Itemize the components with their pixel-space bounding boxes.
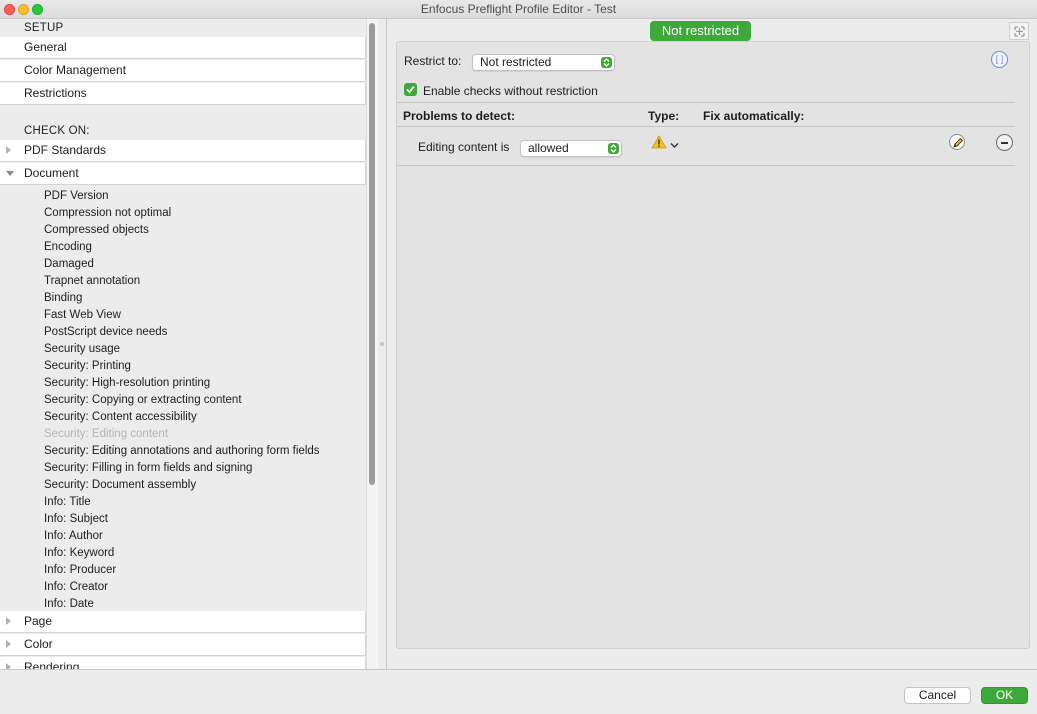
restrict-select-value: Not restricted — [480, 55, 552, 69]
document-check-item[interactable]: PDF Version — [44, 188, 109, 205]
sidebar-item-general[interactable]: General — [0, 37, 366, 59]
edit-fix-button[interactable] — [949, 134, 965, 150]
restrict-label: Restrict to: — [404, 54, 462, 68]
document-check-item[interactable]: Security: Printing — [44, 358, 131, 375]
restrict-select[interactable]: Not restricted — [472, 54, 615, 71]
group-document[interactable]: Document — [0, 163, 366, 185]
document-check-item[interactable]: Fast Web View — [44, 307, 121, 324]
expand-icon — [1014, 26, 1025, 37]
check-settings-panel — [396, 41, 1030, 649]
title-bar: Enfocus Preflight Profile Editor - Test — [0, 0, 1037, 19]
column-header-type: Type: — [648, 109, 680, 123]
group-label: Rendering — [24, 660, 80, 669]
select-chevron-icon — [601, 57, 612, 68]
sidebar-item-label: Restrictions — [24, 86, 87, 100]
document-check-item[interactable]: Security: Filling in form fields and sig… — [44, 460, 252, 477]
document-check-item[interactable]: Info: Keyword — [44, 545, 114, 562]
warning-icon[interactable] — [651, 135, 667, 152]
document-check-item[interactable]: Security: Editing annotations and author… — [44, 443, 320, 460]
window-title: Enfocus Preflight Profile Editor - Test — [420, 2, 617, 16]
footer-bar — [0, 669, 1037, 714]
document-check-item[interactable]: Info: Title — [44, 494, 91, 511]
remove-rule-button[interactable] — [996, 134, 1013, 151]
sidebar-item-label: Color Management — [24, 63, 127, 77]
document-check-item[interactable]: Security: Content accessibility — [44, 409, 197, 426]
info-icon[interactable]: [ ] — [991, 51, 1008, 68]
group-label: PDF Standards — [24, 143, 107, 157]
document-check-item[interactable]: Info: Subject — [44, 511, 108, 528]
group-pdf-standards[interactable]: PDF Standards — [0, 140, 366, 162]
type-dropdown-chevron-icon[interactable] — [670, 138, 679, 152]
document-check-item[interactable]: Trapnet annotation — [44, 273, 140, 290]
disclosure-open-icon[interactable] — [6, 171, 14, 176]
checkmark-icon — [406, 85, 415, 94]
document-check-item[interactable]: Security: Copying or extracting content — [44, 392, 242, 409]
column-header-problems: Problems to detect: — [403, 109, 516, 123]
document-check-item[interactable]: Security usage — [44, 341, 120, 358]
setup-heading: SETUP — [24, 22, 64, 34]
document-check-item[interactable]: PostScript device needs — [44, 324, 167, 341]
document-check-item[interactable]: Damaged — [44, 256, 94, 273]
group-label: Color — [24, 637, 53, 651]
enable-checks-checkbox[interactable] — [404, 83, 417, 96]
column-header-fix: Fix automatically: — [703, 109, 805, 123]
document-check-item[interactable]: Compression not optimal — [44, 205, 171, 222]
sidebar-scrollbar-thumb[interactable] — [369, 23, 375, 485]
group-color[interactable]: Color — [0, 634, 366, 656]
sidebar-item-color-management[interactable]: Color Management — [0, 60, 366, 82]
document-check-item[interactable]: Security: Document assembly — [44, 477, 196, 494]
rule-value-select[interactable]: allowed — [520, 140, 622, 157]
cancel-button[interactable]: Cancel — [904, 687, 971, 704]
enable-checks-label: Enable checks without restriction — [423, 84, 598, 98]
rule-label: Editing content is — [418, 140, 510, 154]
disclosure-closed-icon[interactable] — [6, 640, 11, 648]
disclosure-closed-icon[interactable] — [6, 617, 11, 625]
document-check-item[interactable]: Binding — [44, 290, 82, 307]
document-check-item[interactable]: Info: Author — [44, 528, 103, 545]
status-badge: Not restricted — [650, 21, 751, 41]
group-page[interactable]: Page — [0, 611, 366, 633]
group-label: Page — [24, 614, 53, 628]
sidebar: SETUP General Color Management Restricti… — [0, 19, 378, 669]
preflight-profile-editor-window: Enfocus Preflight Profile Editor - Test … — [0, 0, 1037, 714]
document-check-item[interactable]: Security: Editing content — [44, 426, 168, 443]
document-check-item[interactable]: Info: Producer — [44, 562, 116, 579]
divider — [397, 126, 1015, 127]
group-label: Document — [24, 166, 79, 180]
disclosure-closed-icon[interactable] — [6, 146, 11, 154]
check-on-heading: CHECK ON: — [24, 125, 90, 137]
document-check-item[interactable]: Encoding — [44, 239, 92, 256]
select-chevron-icon — [608, 143, 619, 154]
expand-button[interactable] — [1009, 22, 1029, 40]
divider — [397, 165, 1015, 166]
sidebar-item-restrictions[interactable]: Restrictions — [0, 83, 366, 105]
document-check-item[interactable]: Compressed objects — [44, 222, 149, 239]
document-check-item[interactable]: Info: Creator — [44, 579, 108, 596]
document-check-item[interactable]: Security: High-resolution printing — [44, 375, 210, 392]
group-rendering[interactable]: Rendering — [0, 657, 366, 669]
sidebar-item-label: General — [24, 40, 67, 54]
divider — [397, 102, 1015, 103]
ok-button[interactable]: OK — [981, 687, 1028, 704]
rule-value: allowed — [528, 141, 569, 155]
splitter-handle-icon[interactable] — [380, 342, 384, 346]
pencil-icon — [953, 137, 964, 148]
